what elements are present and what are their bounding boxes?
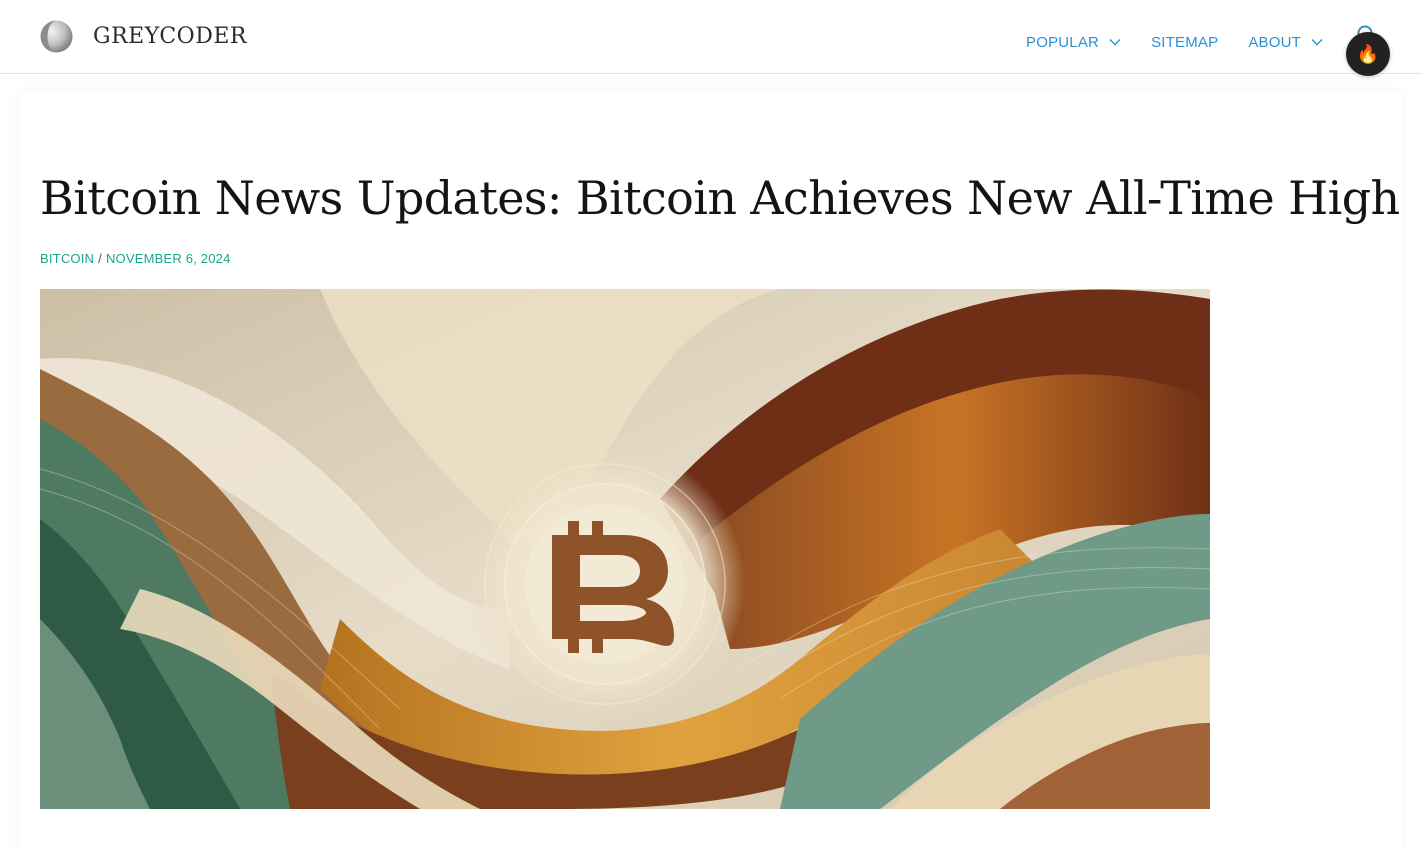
site-brand-link[interactable]: GREYCODER	[40, 20, 247, 53]
fire-icon: 🔥	[1356, 43, 1380, 64]
nav-item-label: POPULAR	[1026, 33, 1100, 51]
meta-separator: /	[98, 251, 102, 266]
main-navigation: POPULAR SITEMAP ABOUT	[1026, 30, 1323, 54]
article-meta: BITCOIN / NOVEMBER 6, 2024	[40, 251, 231, 266]
chevron-down-icon	[1311, 39, 1323, 46]
nav-item-sitemap[interactable]: SITEMAP	[1151, 34, 1218, 51]
nav-item-popular[interactable]: POPULAR	[1026, 34, 1121, 51]
article-title: Bitcoin News Updates: Bitcoin Achieves N…	[40, 171, 1400, 225]
nav-item-about[interactable]: ABOUT	[1248, 34, 1323, 51]
featured-image	[40, 289, 1210, 809]
brand-name: GREYCODER	[93, 24, 247, 49]
nav-item-label: SITEMAP	[1151, 33, 1219, 51]
date-link[interactable]: NOVEMBER 6, 2024	[106, 251, 231, 266]
site-header: GREYCODER POPULAR SITEMAP ABOUT 🔥	[0, 0, 1422, 76]
category-link[interactable]: BITCOIN	[40, 251, 94, 266]
bitcoin-waves-illustration	[40, 289, 1210, 809]
logo-icon	[40, 20, 73, 53]
chevron-down-icon	[1109, 39, 1121, 46]
nav-item-label: ABOUT	[1248, 33, 1302, 51]
fire-button[interactable]: 🔥	[1346, 32, 1390, 76]
